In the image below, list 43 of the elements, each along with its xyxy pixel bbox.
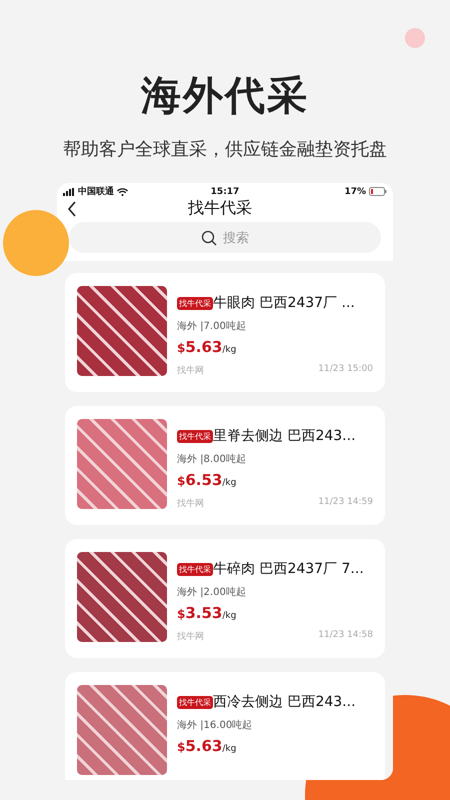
price-amount: 6.53	[185, 471, 222, 489]
source-name: 找牛网	[177, 498, 204, 510]
clock: 15:17	[210, 186, 240, 196]
battery-icon	[369, 187, 387, 196]
search-icon	[201, 230, 217, 246]
post-time: 11/23 14:59	[318, 497, 373, 509]
product-origin: 海外 |7.00吨起	[177, 320, 247, 333]
carrier-name: 中国联通	[78, 185, 114, 198]
subheadline: 帮助客户全球直采，供应链金融垫资托盘	[63, 138, 387, 161]
price-currency: $	[177, 740, 186, 754]
price-currency: $	[177, 474, 186, 488]
source-name: 找牛网	[177, 630, 204, 643]
search-field[interactable]: 搜索	[69, 222, 381, 253]
price-unit: /kg	[222, 611, 236, 621]
price-amount: 5.63	[185, 737, 222, 755]
price-unit: /kg	[222, 478, 236, 488]
product-title: 牛眼肉 巴西2437厂 ...	[213, 294, 355, 312]
product-origin: 海外 |2.00吨起	[177, 586, 247, 599]
price-amount: 3.53	[185, 604, 222, 622]
post-time: 11/23 14:58	[318, 630, 373, 642]
product-title: 牛碎肉 巴西2437厂 7...	[213, 560, 364, 578]
price-unit: /kg	[222, 345, 236, 355]
product-tag: 找牛代采	[177, 562, 213, 576]
price-currency: $	[177, 341, 186, 355]
price-unit: /kg	[222, 744, 236, 754]
product-tag: 找牛代采	[177, 296, 213, 310]
headline: 海外代采	[141, 72, 309, 121]
product-tag: 找牛代采	[177, 430, 213, 442]
wifi-icon	[117, 188, 128, 196]
back-icon[interactable]	[67, 200, 77, 216]
price-amount: 5.63	[185, 338, 222, 356]
decorative-circle	[405, 28, 425, 48]
source-name: 找牛网	[177, 364, 204, 377]
price-currency: $	[177, 607, 186, 621]
battery-percent: 17%	[344, 186, 366, 196]
product-title: 西冷去侧边 巴西243...	[213, 693, 356, 711]
product-tag: 找牛代采	[177, 696, 213, 708]
product-origin: 海外 |8.00吨起	[177, 452, 247, 466]
product-title: 里脊去侧边 巴西243...	[213, 427, 356, 445]
page-title: 找牛代采	[187, 198, 253, 219]
signal-icon	[63, 188, 75, 196]
product-origin: 海外 |16.00吨起	[177, 718, 254, 732]
post-time: 11/23 15:00	[318, 364, 373, 376]
